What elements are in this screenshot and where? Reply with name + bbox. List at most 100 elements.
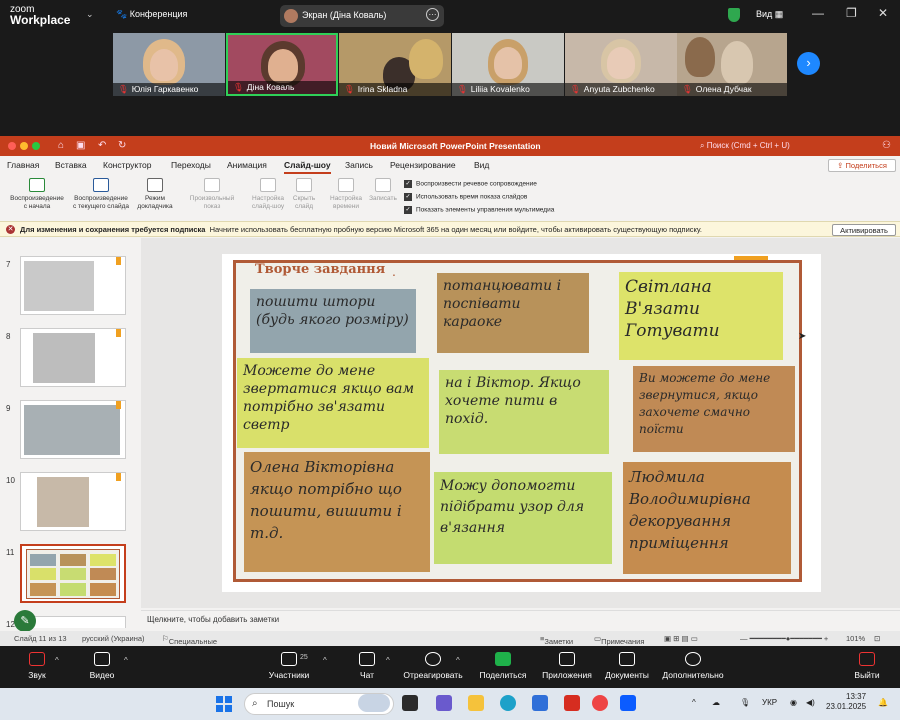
participant-tile[interactable]: 🎙 Олена Дубчак — [677, 33, 787, 96]
tab-transitions[interactable]: Переходы — [171, 160, 211, 170]
presenter-mode-button[interactable]: Режим докладчика — [133, 178, 177, 211]
tab-home[interactable]: Главная — [7, 160, 39, 170]
custom-show-button[interactable]: Произвольный показ — [184, 178, 240, 211]
more-options-icon[interactable]: ··· — [426, 8, 439, 21]
file-explorer-icon[interactable] — [468, 695, 484, 711]
tab-design[interactable]: Конструктор — [103, 160, 151, 170]
leave-button[interactable]: Выйти — [832, 652, 900, 680]
docs-button[interactable]: Документы — [592, 652, 662, 680]
close-icon[interactable]: ✕ — [878, 6, 888, 20]
home-icon[interactable]: ⌂ — [58, 140, 64, 151]
accessibility-status[interactable]: ⚐ Специальные возможности: не поддержива… — [162, 634, 228, 664]
screen-share-pill[interactable]: Экран (Діна Коваль) ··· — [280, 5, 444, 27]
restore-icon[interactable]: ❐ — [846, 6, 857, 20]
slide-thumbnail[interactable] — [20, 472, 126, 531]
chrome-icon[interactable] — [592, 695, 608, 711]
participants-options-caret[interactable]: ^ — [323, 656, 327, 665]
participant-tile[interactable]: 🎙 Юлія Гаркавенко — [113, 33, 225, 96]
pen-icon[interactable]: ✎ — [14, 610, 36, 632]
windows-start-icon[interactable] — [216, 696, 232, 712]
participants-button[interactable]: Участники — [254, 652, 324, 680]
chat-icon — [359, 652, 375, 666]
tab-view[interactable]: Вид — [474, 160, 489, 170]
next-page-button[interactable]: › — [797, 52, 820, 75]
notification-bell-icon[interactable]: 🔔 — [878, 698, 888, 707]
hide-slide-button[interactable]: Скрыть слайд — [289, 178, 319, 211]
notes-area[interactable]: Щелкните, чтобы добавить заметки — [141, 610, 900, 627]
slide-number: 9 — [6, 404, 11, 413]
timings-checkbox[interactable]: ✓ Использовать время показа слайдов — [404, 193, 527, 201]
slide-thumbnail-selected[interactable] — [20, 544, 126, 603]
tab-insert[interactable]: Вставка — [55, 160, 87, 170]
share-button[interactable]: ⇪ Поделиться — [828, 159, 896, 172]
language-status[interactable]: русский (Украина) — [82, 634, 145, 643]
view-button[interactable]: Вид ▦ — [756, 9, 783, 20]
slide-thumbnail[interactable] — [20, 328, 126, 387]
volume-icon[interactable]: ◀) — [806, 698, 815, 707]
store-icon[interactable] — [532, 695, 548, 711]
language-indicator[interactable]: УКР — [762, 698, 777, 707]
normal-view-icon[interactable]: ▣ ⊞ ▤ ▭ — [664, 634, 698, 643]
react-options-caret[interactable]: ^ — [456, 656, 460, 665]
activate-button[interactable]: Активировать — [832, 224, 896, 236]
minimize-window-button[interactable] — [20, 142, 28, 150]
close-window-button[interactable] — [8, 142, 16, 150]
share-screen-button[interactable]: Поделиться — [468, 652, 538, 680]
tab-review[interactable]: Рецензирование — [390, 160, 456, 170]
close-notice-icon[interactable]: ✕ — [6, 225, 15, 234]
sticky-note: Олена Вікторівна якщо потрібно що пошити… — [244, 452, 430, 572]
minimize-icon[interactable]: — — [812, 6, 824, 20]
participant-tile[interactable]: 🎙 Anyuta Zubchenko — [565, 33, 677, 96]
slide-thumbnail[interactable] — [20, 400, 126, 459]
slide-thumbnail[interactable] — [20, 256, 126, 315]
play-from-current-button[interactable]: Воспроизведение с текущего слайда — [68, 178, 134, 211]
app-icon[interactable] — [564, 695, 580, 711]
screen-share-label: Экран (Діна Коваль) — [302, 10, 387, 20]
redo-icon[interactable]: ↻ — [118, 140, 126, 151]
play-from-start-button[interactable]: Воспроизведение с начала — [6, 178, 68, 211]
zoom-level[interactable]: 101% — [846, 634, 865, 643]
zoom-window-button[interactable] — [32, 142, 40, 150]
clock[interactable]: 13:37 23.01.2025 — [826, 692, 866, 712]
record-button[interactable]: Записать — [366, 178, 400, 203]
tab-slideshow[interactable]: Слайд-шоу — [284, 160, 331, 174]
tab-animations[interactable]: Анимация — [227, 160, 267, 170]
camera-icon — [94, 652, 110, 666]
network-icon[interactable]: ◉ — [790, 698, 797, 707]
audio-button[interactable]: Звук — [2, 652, 72, 680]
search-highlight-icon[interactable] — [358, 694, 390, 712]
people-icon[interactable]: ⚇ — [882, 140, 891, 151]
zoom-slider[interactable]: — ━━━━━━━━●━━━━━━━ + — [740, 634, 828, 643]
tray-chevron-icon[interactable]: ^ — [692, 698, 696, 707]
ribbon: Воспроизведение с начала Воспроизведение с… — [0, 174, 900, 220]
conference-menu[interactable]: 🐾 Конференция — [116, 9, 187, 20]
notes-toggle[interactable]: ≡ Заметки — [540, 634, 573, 646]
narration-checkbox[interactable]: ✓ Воспроизвести речевое сопровождение — [404, 180, 537, 188]
participant-tile[interactable]: 🎙 Irina Skladna — [339, 33, 451, 96]
chevron-down-icon[interactable]: ⌄ — [86, 9, 94, 20]
video-options-caret[interactable]: ^ — [124, 656, 128, 665]
chat-button[interactable]: Чат — [332, 652, 402, 680]
teams-icon[interactable] — [436, 695, 452, 711]
fit-slide-icon[interactable]: ⊡ — [874, 634, 880, 643]
audio-options-caret[interactable]: ^ — [55, 656, 59, 665]
more-button[interactable]: Дополнительно — [656, 652, 730, 680]
media-controls-checkbox[interactable]: ✓ Показать элементы управления мультимеди… — [404, 206, 554, 214]
search-box[interactable]: ⌕ Поиск (Cmd + Ctrl + U) — [700, 141, 790, 151]
participant-tile[interactable]: 🎙 Liliia Kovalenko — [452, 33, 564, 96]
task-view-icon[interactable] — [402, 695, 418, 711]
comments-toggle[interactable]: ▭ Примечания — [594, 634, 644, 646]
save-icon[interactable]: ▣ — [76, 140, 85, 151]
chat-options-caret[interactable]: ^ — [386, 656, 390, 665]
undo-icon[interactable]: ↶ — [98, 140, 106, 151]
cloud-icon[interactable]: ☁ — [712, 698, 720, 707]
tab-record[interactable]: Запись — [345, 160, 373, 170]
rehearse-timings-button[interactable]: Настройка времени — [326, 178, 366, 211]
zoom-app-icon[interactable] — [620, 695, 636, 711]
setup-slideshow-button[interactable]: Настройка слайд-шоу — [247, 178, 289, 211]
participant-tile-active[interactable]: 🎙 Діна Коваль — [226, 33, 338, 96]
mic-icon[interactable]: 🎙 — [740, 698, 750, 707]
sticky-note: Можете до мене звертатися якщо вам потрі… — [237, 358, 429, 448]
edge-icon[interactable] — [500, 695, 516, 711]
shield-icon[interactable] — [728, 8, 740, 22]
